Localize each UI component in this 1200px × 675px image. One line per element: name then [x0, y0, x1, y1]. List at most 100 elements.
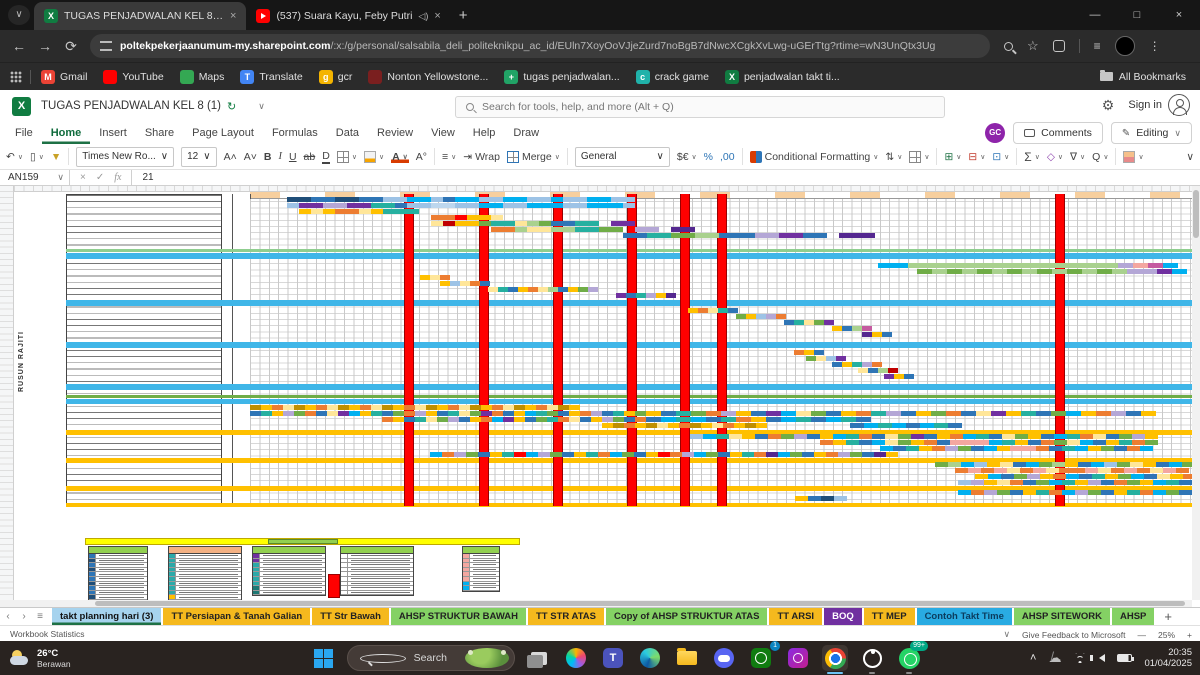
table-dropdown[interactable]: ∨ [909, 150, 929, 163]
find-dropdown[interactable]: Q ∨ [1092, 151, 1108, 163]
bookmark-item[interactable]: g gcr [318, 69, 352, 84]
user-avatar[interactable]: GC [985, 123, 1006, 143]
sheet-tab[interactable]: TT STR ATAS [528, 608, 604, 625]
media-controls-icon[interactable]: ≡ [1094, 39, 1101, 53]
sort-filter-dropdown[interactable]: ∇ ∨ [1070, 151, 1085, 163]
comma-style-button[interactable]: ,00 [720, 151, 735, 163]
onedrive-icon[interactable]: ☁ / [1048, 649, 1061, 666]
tab-search-icon[interactable]: ∨ [8, 5, 30, 25]
insert-cells-dropdown[interactable]: ⊞ ∨ [944, 151, 961, 163]
zoom-out-button[interactable]: — [1138, 630, 1147, 640]
whatsapp-icon[interactable]: 99+ [896, 641, 928, 674]
menu-data[interactable]: Data [327, 122, 368, 144]
enter-icon[interactable]: ✓ [96, 172, 104, 183]
audio-icon[interactable]: ◁) [418, 11, 428, 22]
tab-close-icon[interactable]: × [434, 10, 440, 22]
menu-page-layout[interactable]: Page Layout [183, 122, 263, 144]
menu-file[interactable]: File [6, 122, 42, 144]
delete-cells-dropdown[interactable]: ⊟ ∨ [968, 151, 985, 163]
autosum-dropdown[interactable]: Σ ∨ [1024, 150, 1040, 164]
align-dropdown[interactable]: ≡ ∨ [442, 151, 456, 163]
wrap-text-button[interactable]: ⇥ Wrap [463, 151, 500, 163]
add-sheet-button[interactable]: + [1156, 608, 1180, 625]
sheet-tab[interactable]: TT ARSI [769, 608, 823, 625]
sheet-nav-right-icon[interactable]: › [16, 608, 32, 625]
grow-font-button[interactable]: A˄ [224, 151, 237, 163]
sheet-tab[interactable]: TT Persiapan & Tanah Galian [163, 608, 311, 625]
zoom-in-button[interactable]: + [1187, 630, 1192, 640]
scrollbar-thumb[interactable] [1193, 190, 1199, 238]
sheet-tab[interactable]: Copy of AHSP STRUKTUR ATAS [605, 608, 768, 625]
percent-button[interactable]: % [704, 151, 713, 163]
sheet-tab[interactable]: TT Str Bawah [312, 608, 389, 625]
formula-input[interactable]: 21 [132, 172, 153, 183]
conditional-formatting-dropdown[interactable]: Conditional Formatting ∨ [749, 150, 878, 163]
bookmark-item[interactable]: Maps [179, 69, 224, 84]
menu-review[interactable]: Review [368, 122, 422, 144]
all-bookmarks-button[interactable]: All Bookmarks [1099, 70, 1200, 83]
sheet-tab[interactable]: TT MEP [863, 608, 915, 625]
editing-dropdown[interactable]: ✎ Editing ∨ [1110, 122, 1192, 144]
strikethrough-button[interactable]: ab [304, 151, 316, 163]
browser-menu-icon[interactable]: ⋮ [1149, 39, 1161, 53]
menu-formulas[interactable]: Formulas [263, 122, 327, 144]
search-icon[interactable] [1004, 41, 1013, 51]
font-color-dropdown[interactable]: A ∨ [391, 150, 409, 163]
chrome-icon[interactable] [822, 645, 848, 674]
discord-icon[interactable] [711, 645, 737, 671]
profile-avatar[interactable] [1114, 36, 1135, 56]
name-box[interactable]: AN159 ∨ [0, 169, 70, 186]
chevron-down-icon[interactable]: ∨ [1003, 629, 1010, 640]
menu-view[interactable]: View [422, 122, 464, 144]
tab-close-icon[interactable]: × [230, 10, 236, 22]
bookmark-item[interactable]: Xpenjadwalan takt ti... [724, 69, 840, 84]
purple-app-icon[interactable] [785, 645, 811, 671]
tray-expand-icon[interactable]: ˄ [1030, 652, 1036, 664]
excel-search-box[interactable]: Search for tools, help, and more (Alt + … [455, 96, 945, 118]
xbox-icon[interactable]: 1 [748, 641, 780, 671]
edge-icon[interactable] [637, 645, 663, 671]
minimize-button[interactable]: — [1074, 0, 1116, 30]
start-button[interactable] [310, 645, 336, 671]
apps-grid-icon[interactable] [10, 70, 22, 83]
italic-button[interactable]: I [278, 151, 282, 162]
menu-help[interactable]: Help [464, 122, 505, 144]
bookmark-item[interactable]: c crack game [635, 69, 709, 84]
browser-tab-excel[interactable]: X TUGAS PENJADWALAN KEL 8 (1 × [34, 2, 247, 30]
sheet-tab[interactable]: AHSP SITEWORK [1013, 608, 1110, 625]
spreadsheet-canvas[interactable]: RUSUN RAJITI [0, 186, 1200, 607]
menu-draw[interactable]: Draw [504, 122, 548, 144]
bookmark-item[interactable]: Nonton Yellowstone... [368, 69, 488, 84]
address-bar[interactable]: poltekpekerjaanumum-my.sharepoint.com/:x… [90, 34, 990, 58]
vertical-scrollbar[interactable] [1192, 186, 1200, 600]
borders-dropdown[interactable]: ∨ [336, 150, 357, 163]
clear-formats-button[interactable]: A° [416, 151, 427, 163]
sheet-tab[interactable]: Contoh Takt Time [916, 608, 1012, 625]
ribbon-collapse-icon[interactable]: ∨ [1186, 151, 1194, 163]
paste-button[interactable]: ▯ ∨ [30, 151, 44, 163]
sheet-tab[interactable]: BOQ [824, 608, 862, 625]
bookmark-item[interactable]: T Translate [240, 69, 303, 84]
font-name-dropdown[interactable]: Times New Ro... ∨ [76, 146, 175, 167]
sort-dropdown[interactable]: ⇅ ∨ [885, 151, 902, 163]
clear-dropdown[interactable]: ◇ ∨ [1047, 151, 1063, 163]
sheet-nav-left-icon[interactable]: ‹ [0, 608, 16, 625]
menu-home[interactable]: Home [42, 122, 91, 144]
teams-icon[interactable]: T [600, 645, 626, 671]
wifi-icon[interactable] [1073, 653, 1087, 663]
horizontal-scrollbar[interactable] [0, 600, 1192, 607]
format-painter-button[interactable]: ▼ [51, 151, 61, 163]
excel-logo-icon[interactable]: X [12, 96, 31, 116]
document-title[interactable]: TUGAS PENJADWALAN KEL 8 (1) [41, 100, 221, 112]
underline-button[interactable]: U [289, 151, 297, 163]
scrollbar-thumb[interactable] [95, 601, 1185, 606]
workbook-statistics[interactable]: Workbook Statistics [10, 629, 84, 639]
task-view-button[interactable] [526, 645, 552, 671]
bookmark-item[interactable]: + tugas penjadwalan... [504, 69, 620, 84]
back-icon[interactable]: ← [6, 38, 32, 54]
close-button[interactable]: × [1158, 0, 1200, 30]
feedback-link[interactable]: Give Feedback to Microsoft [1022, 630, 1125, 640]
copilot-icon[interactable] [563, 645, 589, 671]
cell-styles-dropdown[interactable]: ∨ [1123, 150, 1144, 163]
clock[interactable]: 20:35 01/04/2025 [1144, 647, 1192, 669]
